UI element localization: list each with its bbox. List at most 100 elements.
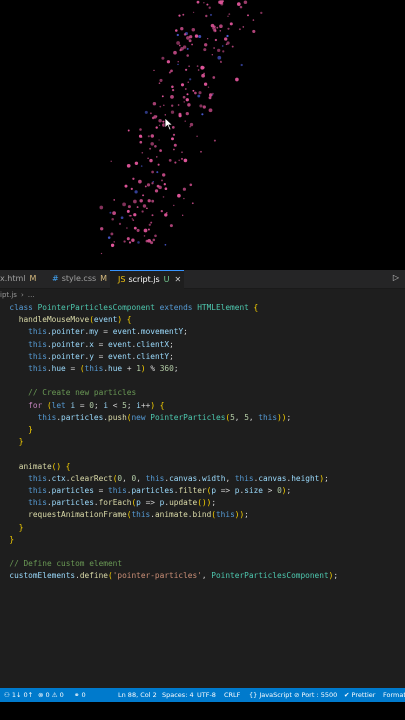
particle: [213, 139, 216, 142]
particle: [164, 243, 167, 246]
code-line[interactable]: handleMouseMove(event) {: [0, 314, 132, 326]
particle: [186, 54, 189, 57]
code-line[interactable]: this.particles.push(new PointerParticles…: [0, 412, 292, 424]
prettier-status[interactable]: ✔ Prettier: [344, 688, 375, 702]
particle: [138, 179, 142, 184]
code-editor: x.html M # style.css M JS script.js U ✕ ▷ ipt.…: [0, 270, 405, 688]
cursor-position[interactable]: Ln 88, Col 2: [118, 688, 157, 702]
eol-status[interactable]: CRLF: [224, 688, 240, 702]
particle-canvas[interactable]: [0, 0, 405, 270]
particle: [217, 48, 221, 53]
particle: [152, 238, 156, 242]
code-line[interactable]: }: [0, 436, 24, 448]
particle: [151, 214, 154, 217]
particle: [228, 13, 231, 15]
code-line[interactable]: for (let i = 0; i < 5; i++) {: [0, 400, 164, 412]
particle: [162, 173, 166, 177]
particle: [202, 105, 206, 109]
tab-index-html[interactable]: x.html M: [0, 270, 44, 288]
particle: [156, 171, 159, 174]
particle: [204, 43, 208, 47]
particle: [171, 88, 175, 92]
status-bar: ⚇ 1↓ 0↑ ⊗ 0 ⚠ 0 ⚭ 0 Ln 88, Col 2 Spaces:…: [0, 688, 405, 702]
particle: [149, 112, 152, 115]
particle: [212, 27, 214, 29]
run-icon[interactable]: ▷: [393, 273, 399, 282]
tab-bar: x.html M # style.css M JS script.js U ✕ ▷: [0, 270, 405, 289]
particle: [239, 5, 243, 9]
code-line[interactable]: // Create new particles: [0, 387, 136, 399]
mouse-cursor-icon: [164, 117, 174, 131]
particle: [186, 93, 189, 96]
particle: [149, 147, 152, 150]
language-mode[interactable]: {} JavaScript: [249, 688, 292, 702]
ports-status[interactable]: ⚭ 0: [74, 688, 86, 702]
particle: [216, 26, 219, 29]
particle: [147, 157, 149, 159]
breadcrumb-file[interactable]: ipt.js: [0, 291, 17, 299]
particle: [112, 211, 116, 215]
particle: [133, 213, 137, 217]
close-icon[interactable]: ✕: [175, 275, 182, 284]
code-line[interactable]: }: [0, 534, 14, 546]
particle: [131, 218, 133, 220]
source-control-status[interactable]: ⚇ 1↓ 0↑: [4, 688, 33, 702]
particle: [192, 11, 195, 14]
tab-script-js[interactable]: JS script.js U ✕: [110, 270, 184, 289]
particle: [139, 140, 143, 144]
particle: [191, 27, 196, 32]
tab-style-css[interactable]: # style.css M: [46, 270, 110, 288]
breadcrumb-separator: ›: [20, 291, 24, 299]
breadcrumb: ipt.js › …: [0, 289, 39, 301]
particle: [201, 113, 204, 116]
live-server-port[interactable]: ⊘ Port : 5500: [294, 688, 337, 702]
particle: [197, 69, 200, 71]
code-line[interactable]: this.pointer.my = event.movementY;: [0, 326, 188, 338]
particle: [171, 85, 174, 89]
particle: [153, 69, 155, 71]
particle: [203, 82, 208, 86]
code-line[interactable]: customElements.define('pointer-particles…: [0, 570, 338, 582]
problems-status[interactable]: ⊗ 0 ⚠ 0: [38, 688, 64, 702]
code-line[interactable]: this.particles = this.particles.filter(p…: [0, 485, 291, 497]
js-icon: JS: [118, 275, 126, 284]
code-line[interactable]: animate() {: [0, 461, 71, 473]
code-line[interactable]: this.ctx.clearRect(0, 0, this.canvas.wid…: [0, 473, 329, 485]
particle: [141, 152, 144, 154]
code-line[interactable]: class PointerParticlesComponent extends …: [0, 302, 258, 314]
particle: [172, 148, 175, 151]
code-line[interactable]: }: [0, 522, 24, 534]
code-line[interactable]: this.pointer.y = event.clientY;: [0, 351, 174, 363]
code-line[interactable]: }: [0, 424, 33, 436]
particle: [132, 219, 135, 221]
code-line[interactable]: this.hue = (this.hue + 1) % 360;: [0, 363, 178, 375]
particle: [151, 182, 154, 185]
particle: [151, 170, 154, 174]
particle: [143, 228, 148, 233]
particle: [175, 29, 178, 32]
particle: [126, 209, 130, 213]
particle: [144, 110, 148, 114]
particle: [191, 43, 194, 46]
particle: [127, 129, 130, 132]
particle: [219, 30, 222, 32]
particle: [231, 45, 234, 48]
code-line[interactable]: // Define custom element: [0, 558, 122, 570]
particle: [155, 115, 158, 117]
particle: [168, 159, 172, 162]
particle: [174, 161, 177, 164]
breadcrumb-symbol[interactable]: …: [28, 291, 35, 299]
particle: [123, 240, 126, 243]
code-line[interactable]: this.particles.forEach(p => p.update());: [0, 497, 216, 509]
code-line[interactable]: requestAnimationFrame(this.animate.bind(…: [0, 509, 249, 521]
tab-label: script.js: [128, 275, 160, 284]
indentation-status[interactable]: Spaces: 4: [162, 688, 194, 702]
particle: [205, 14, 208, 18]
particle: [183, 197, 185, 200]
code-line[interactable]: this.pointer.x = event.clientX;: [0, 339, 174, 351]
format-status[interactable]: Format: [383, 688, 405, 702]
encoding-status[interactable]: UTF-8: [197, 688, 216, 702]
particle: [177, 193, 181, 198]
particle: [170, 95, 174, 99]
particle: [213, 47, 215, 49]
